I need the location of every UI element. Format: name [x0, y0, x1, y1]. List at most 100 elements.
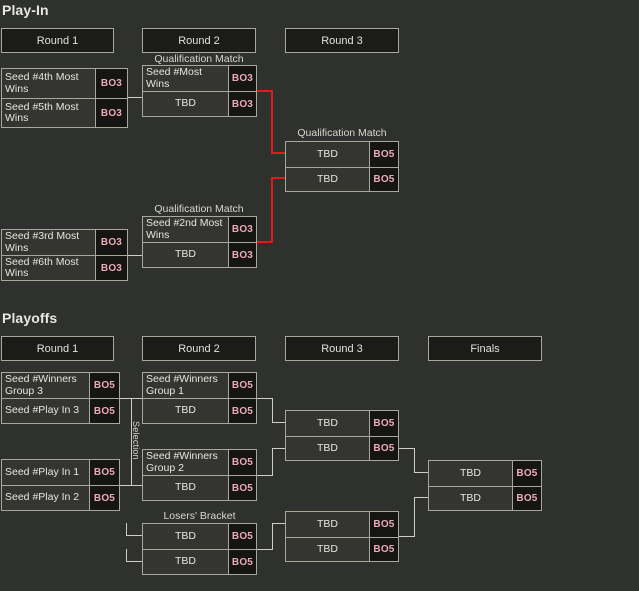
- match-format-badge: BO5: [512, 486, 541, 510]
- match-format-badge: BO5: [369, 512, 398, 537]
- match-caption-losers-bracket: Losers' Bracket: [163, 510, 236, 522]
- match-playin-r3[interactable]: TBD BO5 TBD BO5: [285, 141, 399, 192]
- match-row[interactable]: TBD BO5: [429, 485, 541, 510]
- round-header-playoffs-round-1[interactable]: Round 1: [1, 336, 114, 361]
- match-row[interactable]: TBD BO3: [143, 91, 256, 116]
- connector-playin-r2l-to-r3-h2: [271, 177, 285, 179]
- connector-po-r2m-to-r3u-v: [272, 448, 273, 476]
- match-caption-playin-r2-lower: Qualification Match: [154, 203, 244, 215]
- match-playoffs-r3-upper[interactable]: TBD BO5 TBD BO5: [285, 410, 399, 461]
- section-title-playoffs: Playoffs: [2, 310, 58, 326]
- match-playin-r2-upper[interactable]: Seed #Most Wins BO3 TBD BO3: [142, 65, 257, 117]
- match-row[interactable]: TBD BO5: [286, 512, 398, 537]
- connector-selection-out-upper: [131, 398, 142, 399]
- match-row[interactable]: Seed #2nd Most Wins BO3: [143, 217, 256, 242]
- match-playoffs-r1-upper[interactable]: Seed #Winners Group 3 BO5 Seed #Play In …: [1, 372, 120, 424]
- match-playin-r1-lower[interactable]: Seed #3rd Most Wins BO3 Seed #6th Most W…: [1, 229, 128, 281]
- connector-losers-feed-lower-v: [126, 549, 127, 561]
- team-name: TBD: [317, 147, 338, 160]
- match-format-badge: BO5: [228, 399, 256, 423]
- team-name: Seed #Play In 2: [5, 491, 80, 504]
- match-row[interactable]: TBD BO5: [286, 536, 398, 561]
- match-format-badge: BO5: [369, 142, 398, 167]
- match-row[interactable]: TBD BO5: [286, 411, 398, 436]
- connector-losers-feed-upper-h: [126, 535, 142, 536]
- match-row[interactable]: Seed #Most Wins BO3: [143, 66, 256, 91]
- match-row[interactable]: TBD BO5: [143, 398, 256, 423]
- team-name: Seed #6th Most Wins: [5, 256, 79, 279]
- connector-po-r3l-to-finals-v: [414, 497, 415, 537]
- team-name: Seed #Winners Group 3: [5, 373, 77, 397]
- selection-label: Selection: [131, 421, 141, 460]
- match-caption-playin-r3: Qualification Match: [297, 127, 387, 139]
- team-name: TBD: [460, 491, 481, 504]
- match-row[interactable]: TBD BO5: [429, 461, 541, 486]
- team-name: TBD: [175, 529, 196, 542]
- round-header-playoffs-round-3[interactable]: Round 3: [285, 336, 399, 361]
- match-row[interactable]: TBD BO5: [286, 435, 398, 460]
- connector-playin-r1l-to-r2l: [128, 255, 142, 256]
- round-header-playin-round-3[interactable]: Round 3: [285, 28, 399, 53]
- connector-losers-feed-lower-h: [126, 561, 142, 562]
- connector-playin-r2l-to-r3-v: [271, 177, 273, 243]
- match-format-badge: BO5: [89, 460, 119, 485]
- match-row[interactable]: Seed #3rd Most Wins BO3: [2, 230, 127, 255]
- team-name: TBD: [175, 248, 196, 261]
- match-format-badge: BO5: [369, 436, 398, 460]
- match-row[interactable]: Seed #6th Most Wins BO3: [2, 255, 127, 280]
- match-playoffs-r3-lower[interactable]: TBD BO5 TBD BO5: [285, 511, 399, 562]
- round-header-playoffs-round-2[interactable]: Round 2: [142, 336, 256, 361]
- match-format-badge: BO3: [228, 217, 256, 242]
- match-row[interactable]: TBD BO5: [143, 549, 256, 574]
- match-format-badge: BO5: [89, 399, 119, 423]
- match-playoffs-r1-lower[interactable]: Seed #Play In 1 BO5 Seed #Play In 2 BO5: [1, 459, 120, 511]
- match-format-badge: BO5: [228, 373, 256, 398]
- connector-po-r2m-to-r3u-h2: [272, 448, 285, 449]
- match-row[interactable]: TBD BO5: [143, 524, 256, 549]
- match-row[interactable]: Seed #Winners Group 1 BO5: [143, 373, 256, 398]
- connector-po-r2u-to-r3u-h2: [272, 422, 285, 423]
- team-name: Seed #2nd Most Wins: [146, 217, 223, 241]
- match-row[interactable]: TBD BO3: [143, 242, 256, 267]
- match-format-badge: BO5: [228, 550, 256, 574]
- connector-playin-r2u-to-r3-v: [271, 90, 273, 154]
- match-row[interactable]: Seed #5th Most Wins BO3: [2, 98, 127, 127]
- match-row[interactable]: Seed #4th Most Wins BO3: [2, 69, 127, 98]
- match-playoffs-r2-upper[interactable]: Seed #Winners Group 1 BO5 TBD BO5: [142, 372, 257, 424]
- match-format-badge: BO3: [95, 230, 127, 255]
- match-row[interactable]: TBD BO5: [286, 166, 398, 191]
- match-row[interactable]: Seed #Play In 3 BO5: [2, 398, 119, 423]
- match-row[interactable]: TBD BO5: [286, 142, 398, 167]
- connector-playin-r1u-to-r2u: [128, 97, 142, 98]
- team-name: TBD: [317, 416, 338, 429]
- round-header-playin-round-1[interactable]: Round 1: [1, 28, 114, 53]
- team-name: Seed #Winners Group 2: [146, 450, 218, 474]
- match-format-badge: BO3: [228, 92, 256, 116]
- match-format-badge: BO3: [95, 99, 127, 127]
- section-title-play-in: Play-In: [2, 2, 49, 18]
- connector-po-r3u-to-finals-h2: [414, 472, 428, 473]
- connector-losers-feed-upper-v: [126, 523, 127, 535]
- match-playoffs-losers-bracket[interactable]: TBD BO5 TBD BO5: [142, 523, 257, 575]
- match-row[interactable]: Seed #Play In 1 BO5: [2, 460, 119, 485]
- match-row[interactable]: TBD BO5: [143, 475, 256, 500]
- team-name: Seed #4th Most Wins: [5, 71, 79, 95]
- team-name: TBD: [460, 466, 481, 479]
- match-row[interactable]: Seed #Play In 2 BO5: [2, 485, 119, 510]
- connector-po-r3l-to-finals-h2: [414, 497, 428, 498]
- match-playoffs-r2-mid[interactable]: Seed #Winners Group 2 BO5 TBD BO5: [142, 449, 257, 501]
- match-row[interactable]: Seed #Winners Group 2 BO5: [143, 450, 256, 475]
- connector-playin-r2l-to-r3-h1: [257, 241, 273, 243]
- match-row[interactable]: Seed #Winners Group 3 BO5: [2, 373, 119, 398]
- team-name: TBD: [317, 172, 338, 185]
- round-header-playin-round-2[interactable]: Round 2: [142, 28, 256, 53]
- team-name: TBD: [317, 441, 338, 454]
- match-format-badge: BO3: [228, 243, 256, 267]
- match-playin-r2-lower[interactable]: Seed #2nd Most Wins BO3 TBD BO3: [142, 216, 257, 268]
- team-name: Seed #Winners Group 1: [146, 373, 218, 397]
- team-name: TBD: [175, 481, 196, 494]
- match-playoffs-finals[interactable]: TBD BO5 TBD BO5: [428, 460, 542, 511]
- round-header-playoffs-finals[interactable]: Finals: [428, 336, 542, 361]
- match-playin-r1-upper[interactable]: Seed #4th Most Wins BO3 Seed #5th Most W…: [1, 68, 128, 128]
- match-format-badge: BO3: [95, 256, 127, 280]
